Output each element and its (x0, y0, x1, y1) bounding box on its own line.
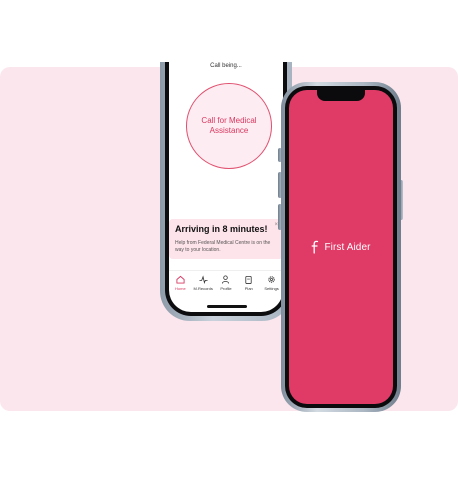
call-button-label-line1: Call for Medical (201, 116, 257, 125)
home-icon (176, 275, 185, 284)
arrival-message: Help from Federal Medical Centre is on t… (175, 240, 271, 253)
tab-label: M.Records (193, 286, 213, 291)
app-brand: First Aider (289, 240, 393, 254)
front-phone-mockup: First Aider (281, 82, 401, 412)
arrival-title: Arriving in 8 minutes! (175, 224, 268, 234)
splash-screen: First Aider (289, 90, 393, 404)
app-name: First Aider (324, 241, 371, 253)
back-phone-screen: Call being... Call for Medical Assistanc… (169, 62, 283, 312)
tab-label: Profile (220, 286, 232, 291)
bottom-tab-bar: Home M.Records Profile Plan Settings (169, 270, 283, 298)
tab-medical-records[interactable]: M.Records (193, 275, 213, 298)
tab-settings[interactable]: Settings (262, 275, 282, 298)
tab-profile[interactable]: Profile (216, 275, 236, 298)
user-icon (222, 275, 230, 284)
home-indicator (207, 305, 247, 308)
call-button-label-line2: Assistance (209, 126, 249, 135)
tab-home[interactable]: Home (170, 275, 190, 298)
back-phone-mockup: Call being... Call for Medical Assistanc… (160, 62, 292, 321)
gear-icon (268, 276, 275, 283)
call-medical-assistance-button[interactable]: Call for Medical Assistance (186, 83, 272, 169)
clipboard-icon (245, 275, 252, 284)
back-phone-bezel: Call being... Call for Medical Assistanc… (165, 62, 287, 316)
front-phone-bezel: First Aider (285, 86, 397, 408)
tab-plan[interactable]: Plan (239, 275, 259, 298)
call-status-text: Call being... (210, 63, 242, 69)
phone-notch (317, 90, 365, 101)
arrival-notification-card: Arriving in 8 minutes! Help from Federal… (169, 219, 283, 259)
tab-label: Settings (264, 286, 279, 291)
tab-label: Home (175, 286, 186, 291)
first-aider-logo-icon (311, 240, 319, 254)
tab-label: Plan (244, 286, 253, 291)
heartbeat-icon (199, 275, 208, 284)
